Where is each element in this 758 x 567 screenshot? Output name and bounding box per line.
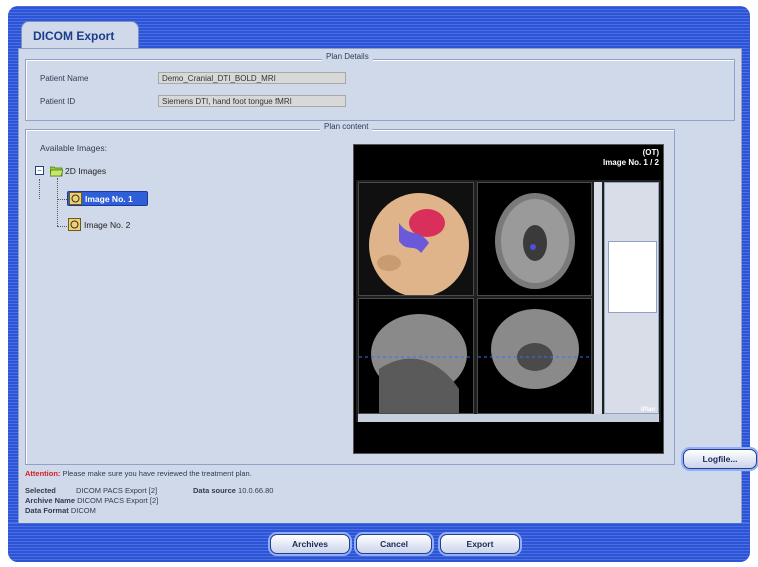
datasource-value: 10.0.66.80 [238,486,274,495]
mri-coronal [477,298,592,414]
image-icon [68,218,81,231]
tree-item-label: Image No. 2 [84,220,131,230]
archives-button[interactable]: Archives [270,534,350,554]
preview-brand: iPlan [640,407,655,413]
tab-dicom-export[interactable]: DICOM Export [21,21,139,50]
tree-item-label: Image No. 1 [85,194,133,204]
selected-value: DICOM PACS Export [2] [75,486,158,495]
cancel-button[interactable]: Cancel [356,534,432,554]
footer-band: Archives Cancel Export [8,523,750,562]
tree-connector [57,226,67,227]
tree-expander-icon[interactable]: − [35,166,44,175]
tool-strip [594,182,602,414]
archive-value: DICOM PACS Export [2] [77,496,159,505]
plan-content-title: Plan content [320,122,373,131]
side-panel [604,182,659,414]
dialog-frame: DICOM Export Plan Details Patient Name D… [8,6,757,562]
plan-details-group: Plan Details Patient Name Demo_Cranial_D… [25,52,735,121]
tab-label: DICOM Export [33,29,115,43]
datasource-label: Data source [193,486,236,495]
mri-sagittal [358,298,474,414]
plan-content-group: Plan content Available Images: − 2D Imag… [25,122,675,465]
mri-axial [477,182,592,296]
archive-label: Archive Name [25,496,76,505]
selected-info: Selected DICOM PACS Export [2] [25,486,157,495]
attention-text: Attention: Please make sure you have rev… [25,469,252,478]
selected-label: Selected [25,486,56,495]
patient-id-label: Patient ID [40,97,76,106]
tree-root-label[interactable]: 2D Images [65,166,106,176]
patient-id-field: Siemens DTI, hand foot tongue fMRI [158,95,346,107]
format-label: Data Format [25,506,69,515]
content-panel: Plan Details Patient Name Demo_Cranial_D… [18,48,757,538]
export-button[interactable]: Export [440,534,520,554]
tree-item-image-1[interactable]: Image No. 1 [67,191,148,206]
bottom-toolbar [358,414,659,422]
patient-name-label: Patient Name [40,74,89,83]
plan-details-title: Plan Details [322,52,373,61]
preview-image-counter: Image No. 1 / 2 [602,158,659,167]
format-info: Data Format DICOM [25,506,96,515]
format-value: DICOM [70,506,96,515]
tree-item-image-2[interactable]: Image No. 2 [67,218,148,233]
image-icon [69,192,82,205]
tree-connector [57,199,67,200]
attention-message: Please make sure you have reviewed the t… [62,469,252,478]
preview-modality: (OT) [642,148,659,157]
tree-connector [39,179,40,199]
image-preview: (OT) Image No. 1 / 2 iPlan [353,144,664,454]
tree-connector [57,178,58,226]
archive-info: Archive Name DICOM PACS Export [2] [25,496,158,505]
available-images-label: Available Images: [40,143,107,153]
patient-name-field: Demo_Cranial_DTI_BOLD_MRI [158,72,346,84]
preview-screenshot [356,180,661,422]
folder-icon [49,164,64,177]
attention-prefix: Attention: [25,469,61,478]
logfile-button[interactable]: Logfile... [683,449,757,469]
mri-3d-head [358,182,474,296]
datasource-info: Data source 10.0.66.80 [193,486,273,495]
